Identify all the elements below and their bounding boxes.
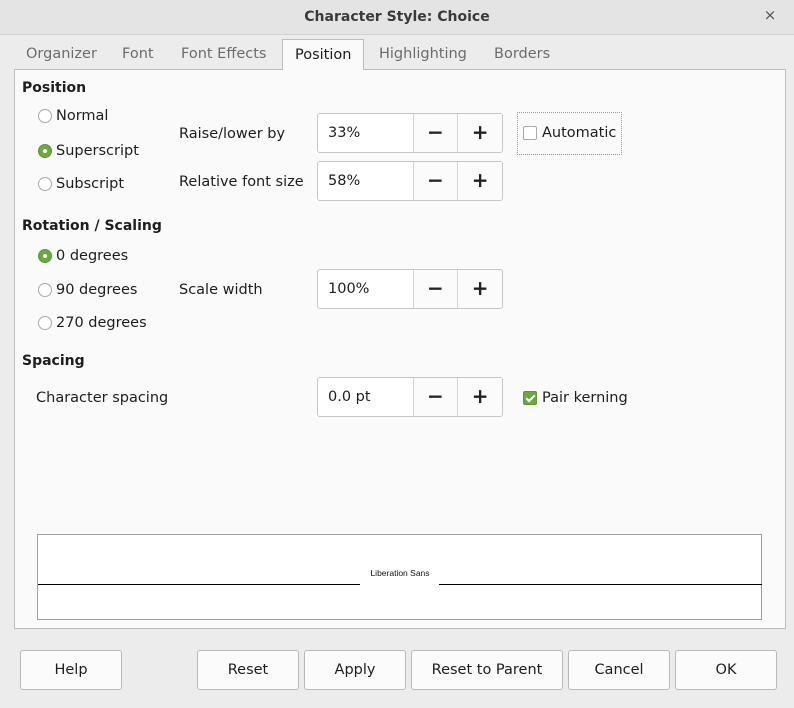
relative-size-decrement-button[interactable]: − <box>413 162 459 200</box>
relative-size-input[interactable]: 58% <box>318 162 414 200</box>
radio-indicator <box>38 316 52 330</box>
char-spacing-label: Character spacing <box>36 390 169 406</box>
relative-size-spinbox[interactable]: 58% − + <box>317 161 503 201</box>
radio-indicator <box>38 144 52 158</box>
raise-lower-decrement-button[interactable]: − <box>413 114 459 152</box>
radio-90-degrees[interactable]: 90 degrees <box>38 282 137 298</box>
tab-position[interactable]: Position <box>282 39 365 70</box>
cancel-button[interactable]: Cancel <box>568 650 670 690</box>
rotation-section-title: Rotation / Scaling <box>22 218 162 234</box>
char-spacing-spinbox[interactable]: 0.0 pt − + <box>317 377 503 417</box>
scale-width-spinbox[interactable]: 100% − + <box>317 269 503 309</box>
raise-lower-spinbox[interactable]: 33% − + <box>317 113 503 153</box>
reset-to-parent-button[interactable]: Reset to Parent <box>411 650 563 690</box>
radio-indicator <box>38 283 52 297</box>
title-bar: Character Style: Choice × <box>0 0 794 35</box>
pair-kerning-checkbox[interactable]: Pair kerning <box>523 390 628 406</box>
checkbox-label: Automatic <box>542 125 617 141</box>
radio-label: Superscript <box>56 143 139 159</box>
tab-font[interactable]: Font <box>110 39 166 69</box>
scale-width-increment-button[interactable]: + <box>458 270 502 308</box>
apply-button[interactable]: Apply <box>304 650 406 690</box>
checkbox-label: Pair kerning <box>542 390 628 406</box>
checkbox-indicator <box>523 391 537 405</box>
spacing-section-title: Spacing <box>22 353 85 369</box>
dialog-window: Character Style: Choice × Organizer Font… <box>0 0 794 708</box>
radio-label: Subscript <box>56 176 125 192</box>
baseline-right <box>439 584 762 585</box>
scale-width-label: Scale width <box>179 282 263 298</box>
tab-font-effects[interactable]: Font Effects <box>169 39 278 69</box>
radio-subscript[interactable]: Subscript <box>38 176 124 192</box>
tab-borders[interactable]: Borders <box>482 39 562 69</box>
tab-highlighting[interactable]: Highlighting <box>367 39 479 69</box>
font-preview: Liberation Sans <box>37 534 762 620</box>
radio-indicator <box>38 249 52 263</box>
close-icon[interactable]: × <box>762 6 778 24</box>
char-spacing-increment-button[interactable]: + <box>458 378 502 416</box>
radio-superscript[interactable]: Superscript <box>38 143 139 159</box>
radio-270-degrees[interactable]: 270 degrees <box>38 315 147 331</box>
radio-label: 0 degrees <box>56 248 129 264</box>
relative-size-label: Relative font size <box>179 174 304 190</box>
relative-size-increment-button[interactable]: + <box>458 162 502 200</box>
help-button[interactable]: Help <box>20 650 122 690</box>
radio-0-degrees[interactable]: 0 degrees <box>38 248 128 264</box>
scale-width-input[interactable]: 100% <box>318 270 414 308</box>
scale-width-decrement-button[interactable]: − <box>413 270 459 308</box>
radio-normal[interactable]: Normal <box>38 108 108 124</box>
position-section-title: Position <box>22 80 87 96</box>
preview-sample-text: Liberation Sans <box>370 568 430 578</box>
char-spacing-decrement-button[interactable]: − <box>413 378 459 416</box>
radio-label: 90 degrees <box>56 282 138 298</box>
position-panel: Position Normal Superscript Subscript Ra… <box>14 69 786 629</box>
tab-organizer[interactable]: Organizer <box>14 39 109 69</box>
radio-label: 270 degrees <box>56 315 147 331</box>
radio-indicator <box>38 177 52 191</box>
reset-button[interactable]: Reset <box>197 650 299 690</box>
baseline-left <box>38 584 360 585</box>
radio-label: Normal <box>56 108 109 124</box>
raise-lower-input[interactable]: 33% <box>318 114 414 152</box>
checkbox-indicator <box>523 126 537 140</box>
automatic-checkbox[interactable]: Automatic <box>523 125 616 141</box>
char-spacing-input[interactable]: 0.0 pt <box>318 378 414 416</box>
raise-lower-increment-button[interactable]: + <box>458 114 502 152</box>
raise-lower-label: Raise/lower by <box>179 126 286 142</box>
radio-indicator <box>38 109 52 123</box>
dialog-title: Character Style: Choice <box>304 9 490 25</box>
ok-button[interactable]: OK <box>675 650 777 690</box>
